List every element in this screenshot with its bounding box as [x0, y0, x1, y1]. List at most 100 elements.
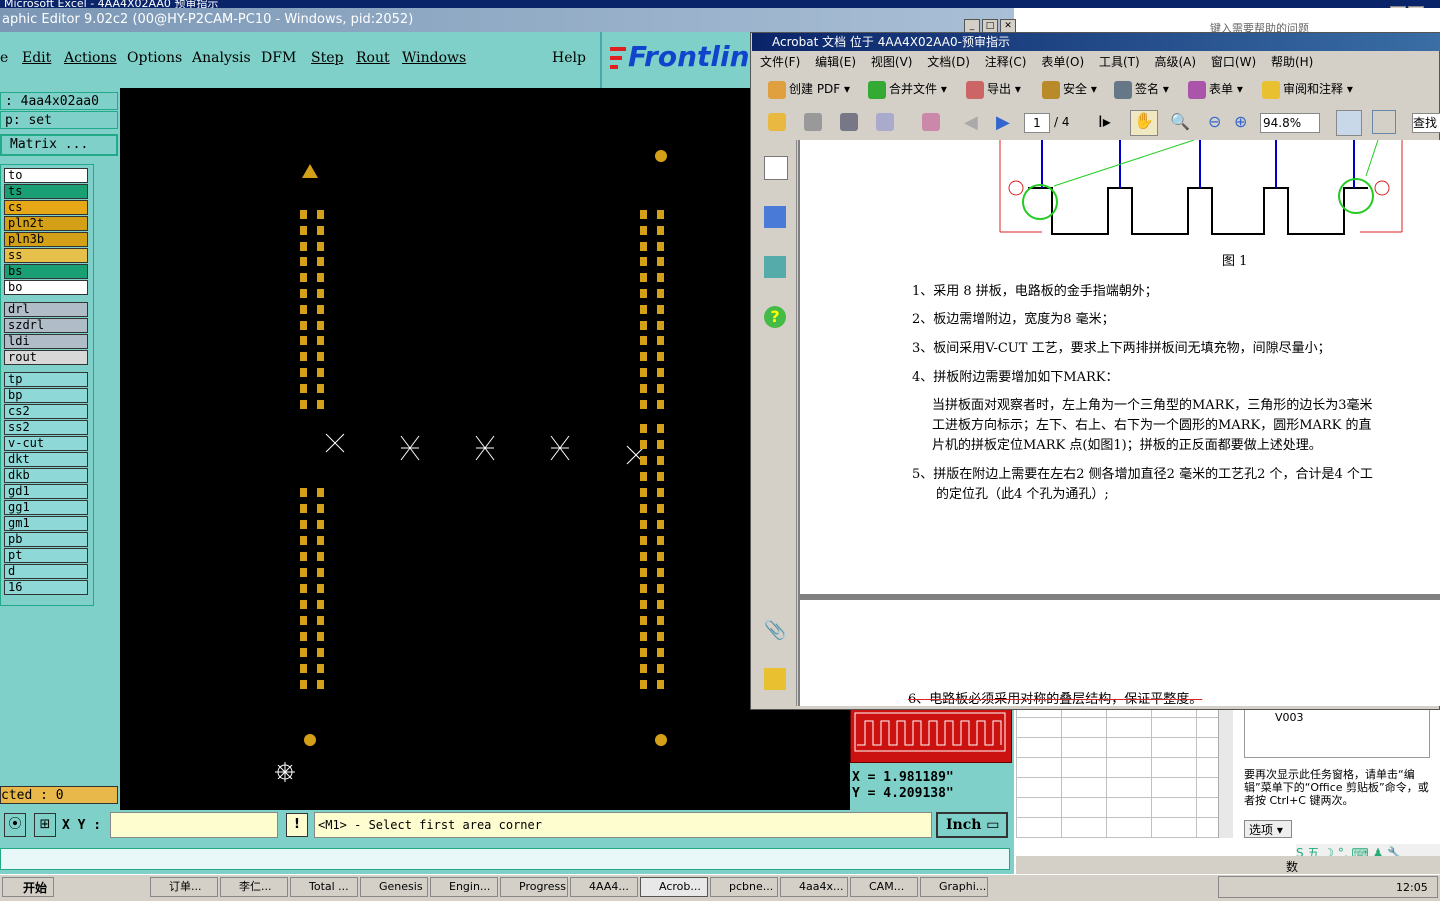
taskbar-button[interactable]: Graphi... — [920, 877, 988, 897]
layer-d[interactable]: d — [4, 564, 88, 579]
acro-menu-document[interactable]: 文档(D) — [927, 55, 970, 69]
menu-analysis[interactable]: Analysis — [192, 50, 251, 66]
matrix-button[interactable]: Matrix ... — [0, 134, 118, 156]
layer-ldi[interactable]: ldi — [4, 334, 88, 349]
menu-file[interactable]: e — [0, 50, 8, 66]
snap-grid-icon[interactable]: ⊞ — [34, 813, 56, 837]
zoom-in-icon[interactable]: ⊕ — [1234, 112, 1247, 131]
menu-options[interactable]: Options — [127, 50, 182, 66]
pages-icon[interactable] — [764, 156, 788, 180]
signatures-icon[interactable] — [764, 256, 786, 278]
menu-windows[interactable]: Windows — [402, 50, 466, 66]
taskbar-button[interactable]: Progress — [500, 877, 568, 897]
layer-cs2[interactable]: cs2 — [4, 404, 88, 419]
layer-drl[interactable]: drl — [4, 302, 88, 317]
menu-edit[interactable]: Edit — [22, 50, 51, 66]
menu-rout[interactable]: Rout — [356, 50, 390, 66]
layer-pln2t[interactable]: pln2t — [4, 216, 88, 231]
print-icon[interactable] — [804, 113, 822, 131]
menu-actions[interactable]: Actions — [64, 50, 117, 66]
unit-selector-button[interactable]: Inch ▭ — [936, 812, 1008, 838]
secure-button[interactable]: 安全 ▾ — [1042, 80, 1097, 99]
layer-bs[interactable]: bs — [4, 264, 88, 279]
zoom-level-select[interactable]: 94.8% — [1260, 113, 1320, 133]
taskbar-button[interactable]: 订单... — [150, 877, 218, 897]
taskbar-button[interactable]: 李仁... — [220, 877, 288, 897]
layer-dkb[interactable]: dkb — [4, 468, 88, 483]
select-text-icon[interactable]: I▸ — [1098, 112, 1111, 131]
create-pdf-button[interactable]: 创建 PDF ▾ — [768, 80, 850, 99]
acro-menu-window[interactable]: 窗口(W) — [1211, 55, 1256, 69]
next-page-icon[interactable]: ▶ — [996, 112, 1010, 133]
attachments-icon[interactable]: 📎 — [764, 620, 786, 642]
combine-files-button[interactable]: 合并文件 ▾ — [868, 80, 947, 99]
taskbar-button[interactable]: 4aa4x... — [780, 877, 848, 897]
search-input[interactable]: 查找 — [1412, 113, 1440, 133]
fit-page-icon[interactable] — [1372, 110, 1396, 134]
zoom-out-icon[interactable]: ⊖ — [1208, 112, 1221, 131]
layer-bo[interactable]: bo — [4, 280, 88, 295]
editor-window-controls[interactable]: _ □ ✕ — [962, 13, 1016, 34]
excel-vertical-scrollbar[interactable] — [1218, 708, 1233, 838]
sign-button[interactable]: 签名 ▾ — [1114, 80, 1169, 99]
acro-menu-view[interactable]: 视图(V) — [871, 55, 913, 69]
open-folder-icon[interactable] — [768, 113, 786, 131]
taskbar-button[interactable]: Genesis — [360, 877, 428, 897]
layer-ss2[interactable]: ss2 — [4, 420, 88, 435]
save-icon[interactable] — [840, 113, 858, 131]
layer-pb[interactable]: pb — [4, 532, 88, 547]
layer-ts[interactable]: ts — [4, 184, 88, 199]
zoom-tool-icon[interactable]: 🔍 — [1170, 112, 1190, 131]
alert-icon[interactable]: ! — [286, 813, 308, 837]
layer-thumbnail-preview[interactable] — [850, 706, 1012, 763]
layer-bp[interactable]: bp — [4, 388, 88, 403]
taskpane-options-button[interactable]: 选项 ▾ — [1244, 820, 1292, 838]
taskbar-button[interactable]: CAM... — [850, 877, 918, 897]
previous-page-icon[interactable]: ◀ — [964, 112, 978, 133]
layer-cs[interactable]: cs — [4, 200, 88, 215]
layer-szdrl[interactable]: szdrl — [4, 318, 88, 333]
acro-menu-comments[interactable]: 注释(C) — [985, 55, 1027, 69]
hand-tool-icon[interactable]: ✋ — [1130, 110, 1158, 136]
taskbar-button[interactable]: Total ... — [290, 877, 358, 897]
acro-menu-edit[interactable]: 编辑(E) — [815, 55, 856, 69]
export-button[interactable]: 导出 ▾ — [966, 80, 1021, 99]
bookmarks-icon[interactable] — [764, 206, 786, 228]
forms-button[interactable]: 表单 ▾ — [1188, 80, 1243, 99]
layer-ss[interactable]: ss — [4, 248, 88, 263]
layer-gg1[interactable]: gg1 — [4, 500, 88, 515]
acro-menu-advanced[interactable]: 高级(A) — [1154, 55, 1196, 69]
layer-16[interactable]: 16 — [4, 580, 88, 595]
clipboard-item[interactable]: V003 — [1244, 708, 1430, 758]
taskbar-button[interactable]: 4AA4... — [570, 877, 638, 897]
taskbar-button[interactable]: pcbne... — [710, 877, 778, 897]
layer-pln3b[interactable]: pln3b — [4, 232, 88, 247]
layer-pt[interactable]: pt — [4, 548, 88, 563]
acro-menu-tools[interactable]: 工具(T) — [1099, 55, 1140, 69]
color-icon[interactable] — [922, 113, 940, 131]
xy-input[interactable] — [110, 812, 278, 838]
layer-dkt[interactable]: dkt — [4, 452, 88, 467]
measure-icon[interactable]: ⦿ — [4, 813, 26, 837]
help-icon[interactable]: ? — [764, 306, 786, 328]
acro-menu-forms[interactable]: 表单(O) — [1041, 55, 1084, 69]
menu-step[interactable]: Step — [311, 50, 343, 66]
acro-menu-help[interactable]: 帮助(H) — [1271, 55, 1313, 69]
layer-tp[interactable]: tp — [4, 372, 88, 387]
taskbar-button[interactable]: Engin... — [430, 877, 498, 897]
email-icon[interactable] — [876, 113, 894, 131]
graphic-canvas[interactable] — [120, 88, 850, 810]
start-button[interactable]: 开始 — [2, 877, 54, 897]
menu-help[interactable]: Help — [552, 50, 586, 66]
layer-v-cut[interactable]: v-cut — [4, 436, 88, 451]
acro-menu-file[interactable]: 文件(F) — [760, 55, 800, 69]
layer-rout[interactable]: rout — [4, 350, 88, 365]
layer-gd1[interactable]: gd1 — [4, 484, 88, 499]
layer-gm1[interactable]: gm1 — [4, 516, 88, 531]
fit-width-icon[interactable] — [1336, 110, 1362, 136]
page-number-input[interactable]: 1 — [1024, 113, 1050, 133]
review-comment-button[interactable]: 审阅和注释 ▾ — [1262, 80, 1353, 99]
menu-dfm[interactable]: DFM — [261, 50, 296, 66]
layer-to[interactable]: to — [4, 168, 88, 183]
taskbar-button[interactable]: Acrob... — [640, 877, 708, 897]
